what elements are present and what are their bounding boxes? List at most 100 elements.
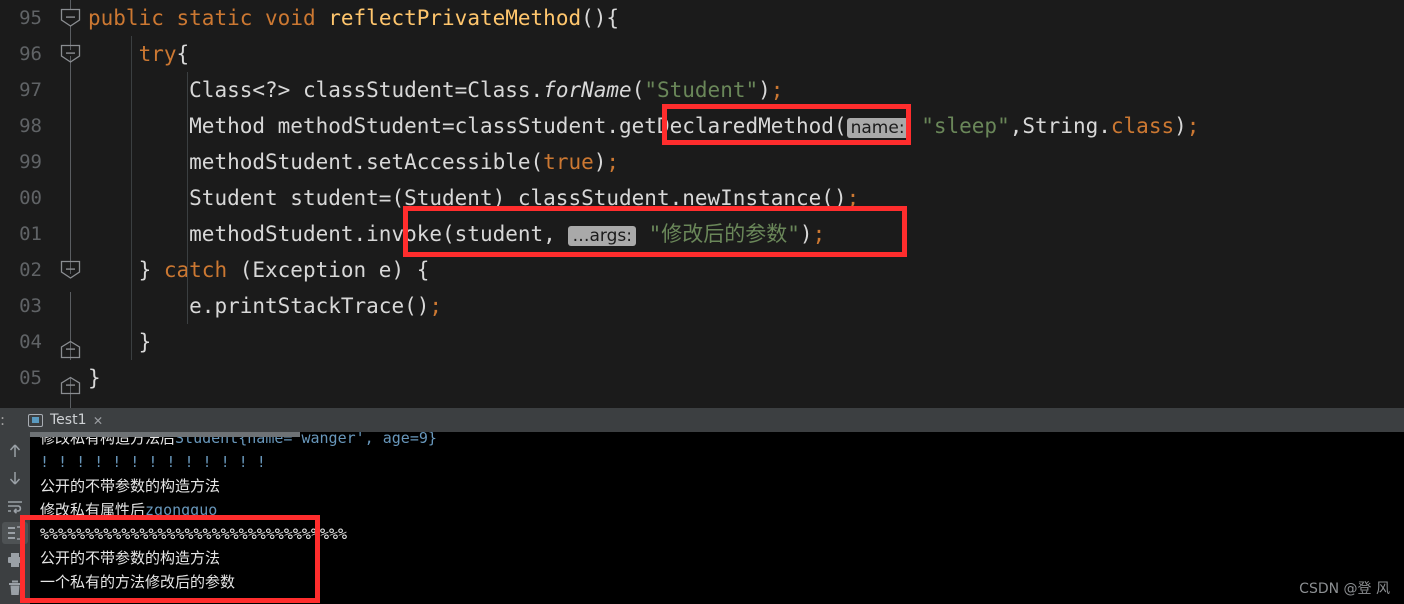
code-token: void: [265, 6, 329, 30]
code-line[interactable]: methodStudent.setAccessible(true);: [88, 144, 1404, 180]
code-token: ;: [606, 150, 620, 174]
line-number: 02: [19, 259, 42, 281]
parameter-hint-chip: …args:: [568, 226, 636, 246]
fold-region-line: [70, 56, 71, 274]
code-token: "修改后的参数": [648, 222, 800, 246]
scroll-down-icon[interactable]: [2, 467, 28, 489]
code-line[interactable]: try{: [88, 36, 1404, 72]
console-tab-bar: : Test1 ✕: [0, 408, 1404, 432]
code-token: ): [758, 78, 771, 102]
code-token: "sleep": [921, 114, 1010, 138]
code-line[interactable]: public static void reflectPrivateMethod(…: [88, 0, 1404, 36]
code-token: ): [593, 150, 607, 174]
line-number: 98: [19, 115, 42, 137]
code-line[interactable]: methodStudent.invoke(student, …args: "修改…: [88, 216, 1404, 252]
code-token: (Exception e) {: [239, 258, 430, 282]
code-token: reflectPrivateMethod: [328, 6, 582, 30]
line-number: 00: [19, 187, 42, 209]
fold-collapse-up-icon[interactable]: [60, 340, 81, 359]
console-line: ! ! ! ! ! ! ! ! ! ! ! ! !: [40, 453, 266, 471]
code-token: ;: [812, 222, 826, 246]
code-token: static: [176, 6, 266, 30]
console-line: 公开的不带参数的构造方法: [40, 477, 221, 495]
fold-collapse-up-icon[interactable]: [60, 376, 81, 395]
parameter-hint-chip: name:: [846, 118, 909, 138]
console-text: 修改私有属性后: [40, 501, 146, 519]
print-output-icon[interactable]: [2, 521, 28, 545]
code-token: {: [176, 42, 190, 66]
ide-window: 95 96 97 98 99 00 01 02 03 04 05 public static voi…: [0, 0, 1404, 604]
line-number-column: 95 96 97 98 99 00 01 02 03 04 05: [0, 0, 46, 396]
line-number: 01: [19, 223, 42, 245]
line-number: 04: [19, 331, 42, 353]
code-token: }: [138, 258, 164, 282]
code-line[interactable]: Student student=(Student) classStudent.n…: [88, 180, 1404, 216]
code-token: Class<?> classStudent=Class.: [189, 78, 544, 102]
scroll-up-icon[interactable]: [2, 440, 28, 462]
code-token: catch: [163, 258, 240, 282]
code-content[interactable]: public static void reflectPrivateMethod(…: [88, 0, 1404, 408]
code-line[interactable]: Class<?> classStudent=Class.forName("Stu…: [88, 72, 1404, 108]
code-token: ;: [846, 186, 860, 210]
code-token: ;: [1186, 114, 1200, 138]
line-number: 99: [19, 151, 42, 173]
fold-collapse-down-icon[interactable]: [60, 260, 81, 279]
console-scrollbar[interactable]: [30, 432, 300, 437]
run-console-icon: [28, 413, 43, 427]
console-line: 一个私有的方法修改后的参数: [40, 573, 236, 591]
close-icon[interactable]: ✕: [93, 412, 102, 428]
code-token: Method methodStudent=classStudent.getDec…: [189, 114, 847, 138]
code-token: e.printStackTrace(): [189, 294, 430, 318]
code-token: (: [631, 78, 645, 102]
code-token: true: [543, 150, 594, 174]
code-token: ,String.: [1009, 114, 1111, 138]
code-token: "Student": [644, 78, 759, 102]
code-token: }: [138, 330, 152, 354]
line-number: 96: [19, 43, 42, 65]
indent-guide: [131, 36, 132, 360]
line-number: 95: [19, 7, 42, 29]
code-line[interactable]: Method methodStudent=classStudent.getDec…: [88, 108, 1404, 144]
soft-wrap-icon[interactable]: [2, 495, 28, 517]
editor-gutter[interactable]: 95 96 97 98 99 00 01 02 03 04 05: [0, 0, 88, 408]
console-output[interactable]: 修改私有构造方法后Student{name='wanger', age=9}! …: [30, 432, 1404, 604]
line-number: 03: [19, 295, 42, 317]
line-number: 97: [19, 79, 42, 101]
code-line[interactable]: } catch (Exception e) {: [88, 252, 1404, 288]
code-token: ;: [770, 78, 784, 102]
clear-all-icon[interactable]: [2, 577, 28, 599]
console-toolbar[interactable]: [0, 432, 30, 604]
fold-collapse-down-icon[interactable]: [60, 8, 81, 27]
console-line: 公开的不带参数的构造方法: [40, 549, 221, 567]
fold-marker-column[interactable]: [56, 0, 88, 408]
tab-label: Test1: [50, 412, 87, 428]
run-console-panel: : Test1 ✕ 修改私有构造方法后Student{name='wanger'…: [0, 408, 1404, 604]
code-token: ;: [429, 294, 443, 318]
code-token: ): [799, 222, 813, 246]
code-token: (){: [581, 6, 620, 30]
code-token: public: [88, 6, 177, 30]
code-line[interactable]: e.printStackTrace();: [88, 288, 1404, 324]
console-line: 修改私有属性后zgongguo: [40, 498, 1404, 522]
code-token: try: [138, 42, 177, 66]
indent-guide: [187, 72, 188, 324]
console-line: %%%%%%%%%%%%%%%%%%%%%%%%%%%%%%%%%%: [40, 525, 348, 543]
tab-prefix-label: :: [0, 411, 6, 429]
line-number: 05: [19, 367, 42, 389]
tab-test1[interactable]: Test1 ✕: [20, 408, 111, 432]
code-editor[interactable]: 95 96 97 98 99 00 01 02 03 04 05 public static voi…: [0, 0, 1404, 408]
code-token: }: [88, 366, 101, 390]
code-token: class: [1110, 114, 1175, 138]
code-line[interactable]: }: [88, 324, 1404, 360]
fold-collapse-down-icon[interactable]: [60, 44, 81, 63]
printer-icon[interactable]: [2, 549, 28, 571]
code-line[interactable]: }: [88, 360, 1404, 396]
